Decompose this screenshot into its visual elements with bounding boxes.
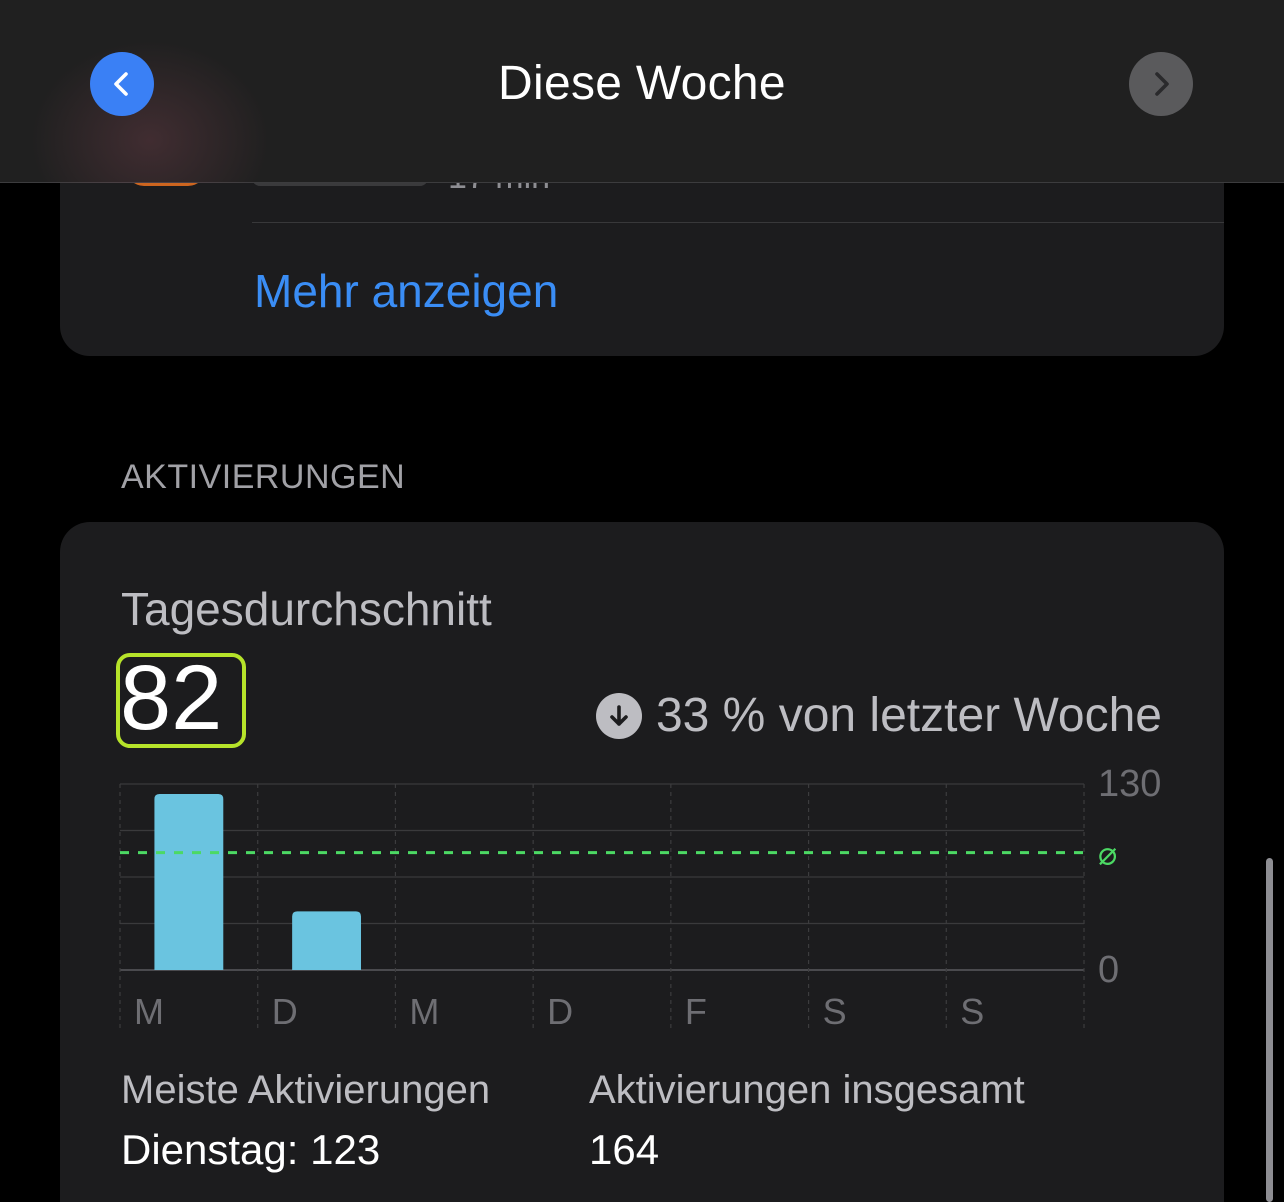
chart-day-label: D — [547, 991, 573, 1032]
navigation-header: Diese Woche — [0, 0, 1284, 183]
chevron-right-icon — [1155, 72, 1169, 96]
chart-y-max-label: 130 — [1098, 763, 1161, 805]
chart-day-label: D — [272, 991, 298, 1032]
most-activations-label: Meiste Aktivierungen — [121, 1068, 491, 1112]
chart-y-min-label: 0 — [1098, 949, 1119, 991]
page-title: Diese Woche — [498, 57, 786, 110]
section-heading: AKTIVIERUNGEN — [121, 458, 406, 496]
chart-day-label: S — [960, 991, 984, 1032]
chart-day-label: M — [409, 991, 439, 1032]
next-week-button[interactable] — [1129, 52, 1193, 116]
show-more-link[interactable]: Mehr anzeigen — [254, 264, 558, 318]
chart-day-label: S — [823, 991, 847, 1032]
chart-bar — [292, 911, 361, 970]
chart-bar — [154, 794, 224, 970]
screen: 17 min Mehr anzeigen Diese Woche AKTIVIE… — [0, 0, 1284, 1202]
activations-card: Tagesdurchschnitt 82 33 % von letzter Wo… — [60, 522, 1224, 1202]
chart-average-symbol: ⌀ — [1098, 835, 1117, 873]
row-divider — [252, 222, 1224, 223]
total-activations-label: Aktivierungen insgesamt — [589, 1068, 1025, 1112]
total-activations-value: 164 — [589, 1126, 660, 1173]
chart-day-label: F — [685, 991, 707, 1032]
chart-day-label: M — [134, 991, 164, 1032]
scroll-indicator[interactable] — [1266, 858, 1273, 1202]
most-activations-value: Dienstag: 123 — [121, 1126, 381, 1173]
